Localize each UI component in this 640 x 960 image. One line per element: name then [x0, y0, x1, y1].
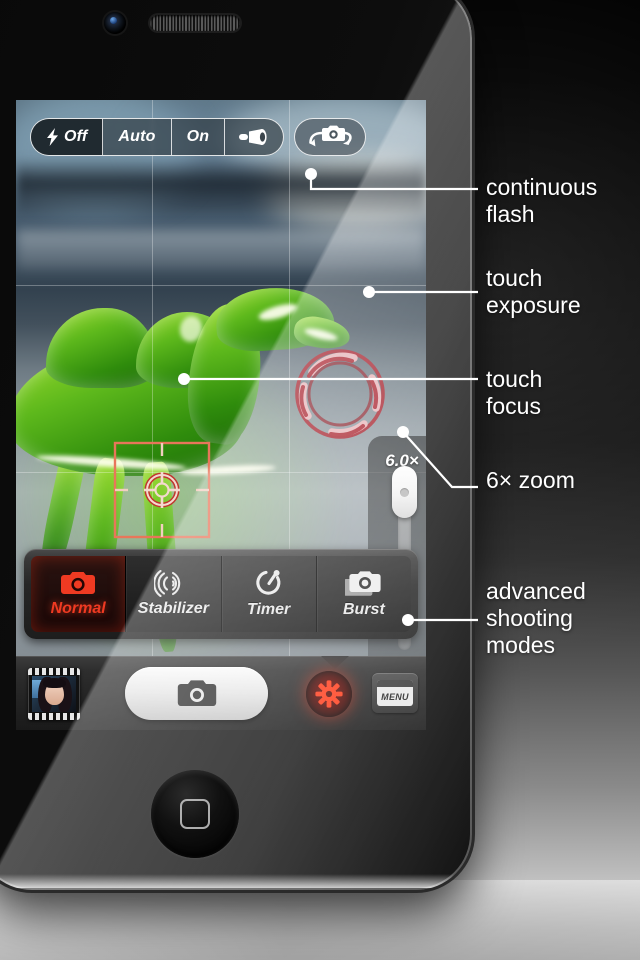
flash-option-off[interactable]: Off: [31, 119, 104, 155]
mode-burst[interactable]: Burst: [316, 556, 411, 632]
camera-flip-button[interactable]: [294, 118, 367, 156]
touch-focus-box[interactable]: [112, 440, 212, 540]
stabilizer-icon: [154, 570, 181, 597]
flash-option-auto-label: Auto: [118, 128, 156, 145]
mode-normal-label: Normal: [50, 600, 106, 617]
flash-option-on-label: On: [186, 128, 210, 145]
flash-option-torch[interactable]: [225, 119, 283, 155]
home-button[interactable]: [151, 770, 239, 858]
camera-icon: [177, 680, 216, 706]
earpiece-speaker-icon: [150, 15, 240, 31]
shooting-mode-bar[interactable]: Normal Stabilizer Timer Burst: [24, 549, 418, 639]
mode-burst-label: Burst: [342, 600, 385, 618]
flash-mode-selector[interactable]: Off Auto On: [30, 118, 285, 156]
touch-exposure-ring[interactable]: [292, 346, 388, 442]
grid-line-horizontal: [16, 285, 426, 286]
menu-window-icon: MENU: [377, 680, 413, 706]
menu-button-label: MENU: [381, 691, 409, 702]
flash-option-on[interactable]: On: [172, 119, 226, 155]
phone-screen: Off Auto On 6.0× Normal Stabilizer Timer…: [16, 100, 426, 730]
timer-icon: [255, 570, 281, 595]
annotation-advanced-shooting-modes: advanced shooting modes: [486, 578, 586, 658]
front-camera-icon: [104, 12, 126, 34]
shutter-button[interactable]: [125, 667, 268, 720]
menu-button[interactable]: MENU: [372, 673, 418, 713]
annotation-touch-focus: touch focus: [486, 366, 543, 419]
gear-icon: [315, 680, 343, 708]
annotation-6x-zoom: 6× zoom: [486, 467, 575, 493]
camera-flip-icon: [309, 125, 352, 147]
filmstrip-perforations: [28, 713, 80, 720]
filmstrip-perforations: [28, 668, 80, 675]
annotation-continuous-flash: continuous flash: [486, 174, 598, 227]
bottom-control-bar: MENU: [16, 656, 426, 730]
flash-bolt-icon: [47, 128, 58, 146]
mode-stabilizer-label: Stabilizer: [137, 600, 209, 617]
desk-reflection: [0, 880, 640, 960]
mode-stabilizer[interactable]: Stabilizer: [126, 556, 222, 632]
phone-bezel-bottom-highlight: [0, 874, 470, 888]
home-button-square-icon: [180, 799, 210, 829]
mode-timer-label: Timer: [246, 601, 291, 618]
torch-icon: [239, 129, 267, 145]
settings-gear-button[interactable]: [306, 671, 352, 717]
thumbnail-photo: [32, 676, 76, 712]
mode-normal[interactable]: Normal: [31, 556, 127, 632]
camera-icon: [61, 572, 96, 594]
annotation-touch-exposure: touch exposure: [486, 265, 581, 318]
grid-line-horizontal: [16, 472, 426, 473]
flash-option-off-label: Off: [64, 128, 88, 145]
burst-camera-icon: [344, 570, 381, 596]
gallery-thumbnail[interactable]: [28, 668, 80, 720]
mode-timer[interactable]: Timer: [221, 556, 317, 632]
mode-bar-pointer: [321, 656, 349, 669]
top-control-bar: Off Auto On: [30, 118, 367, 156]
flash-option-auto[interactable]: Auto: [103, 119, 172, 155]
zoom-slider-knob[interactable]: [392, 466, 417, 518]
phone-body: Off Auto On 6.0× Normal Stabilizer Timer…: [0, 0, 472, 890]
background-shadow-band: [16, 158, 426, 214]
